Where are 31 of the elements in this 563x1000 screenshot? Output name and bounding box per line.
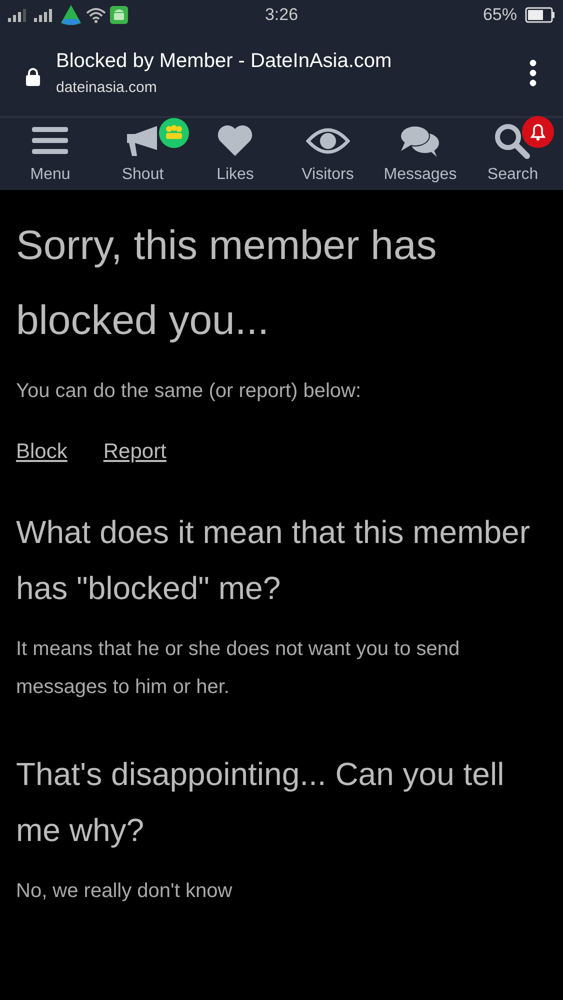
group-badge-icon: [158, 118, 189, 148]
android-icon: [110, 6, 128, 24]
section-heading: What does it mean that this member has "blocked" me?: [16, 513, 531, 608]
app-icon: [60, 4, 82, 26]
nav-button[interactable]: Likes: [190, 114, 280, 184]
page-url[interactable]: dateinasia.com: [56, 79, 529, 96]
battery-icon: [525, 7, 555, 23]
battery-percent: 65%: [482, 5, 517, 25]
menu-icon: [32, 126, 68, 156]
search-icon: [494, 123, 532, 159]
page-title: Blocked by Member - DateInAsia.com: [56, 50, 393, 73]
nav-button[interactable]: Visitors: [282, 114, 373, 184]
wifi-icon: [86, 7, 106, 23]
action-link[interactable]: Block: [16, 440, 68, 464]
action-link[interactable]: Report: [103, 440, 166, 464]
more-icon[interactable]: [529, 59, 537, 87]
nav-button[interactable]: Menu: [5, 114, 96, 184]
body-text: No, we really don't know: [16, 879, 234, 904]
page-heading: Sorry, this member has blocked you...: [16, 221, 438, 345]
lock-icon: [25, 67, 41, 87]
speech-bubbles-icon: [399, 124, 442, 158]
heart-icon: [216, 125, 254, 157]
nav-button[interactable]: Messages: [375, 114, 466, 184]
bell-badge-icon[interactable]: [522, 116, 554, 148]
section-heading: That's disappointing... Can you tell me why?: [16, 755, 506, 850]
nav-button[interactable]: Shout: [98, 114, 188, 184]
clock-time: 3:26: [264, 5, 298, 25]
body-text: You can do the same (or report) below:: [16, 379, 362, 404]
body-text: It means that he or she does not want you to send messages to him or her.: [16, 637, 461, 700]
eye-icon: [306, 127, 350, 155]
nav-button[interactable]: Search: [468, 114, 558, 184]
